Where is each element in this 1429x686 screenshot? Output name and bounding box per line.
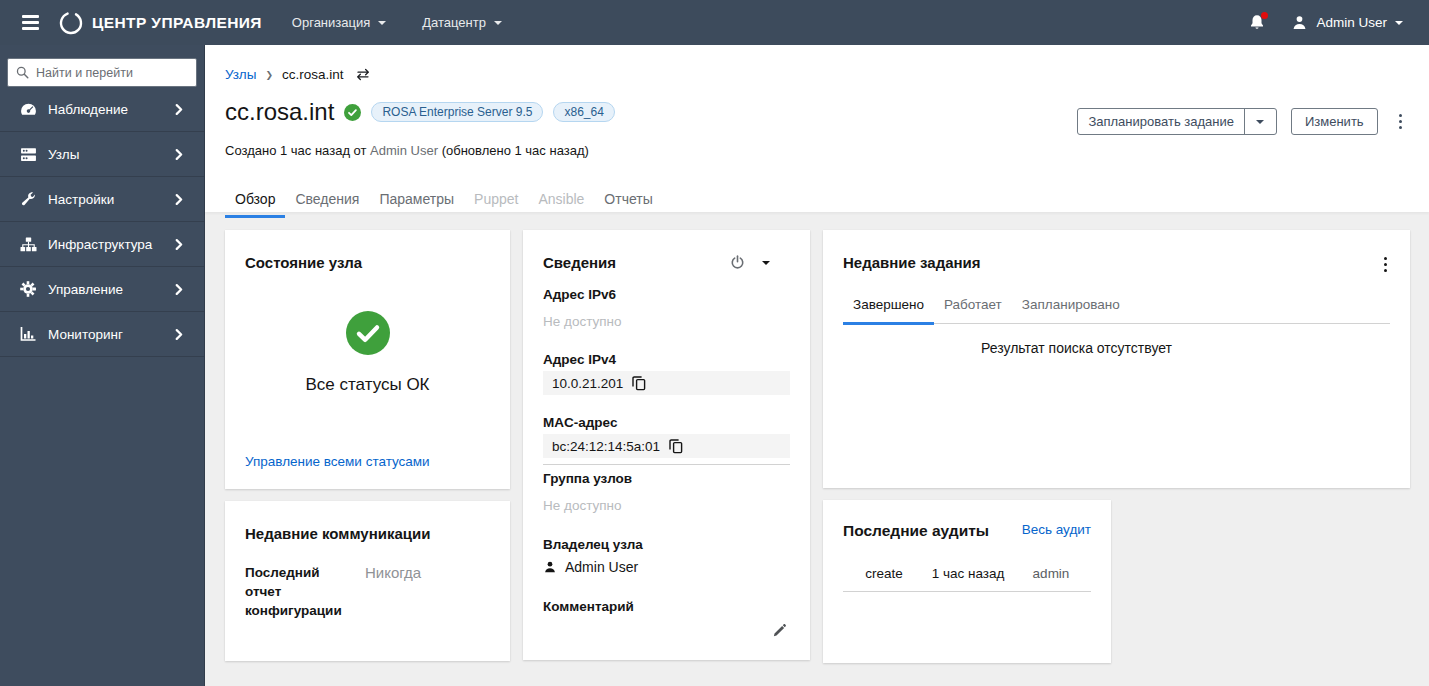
- user-icon: [1291, 14, 1308, 31]
- chart-icon: [19, 327, 37, 342]
- audit-user: admin: [1011, 566, 1091, 581]
- tab-ansible: Ansible: [528, 191, 594, 218]
- page-header: Узлы ❯ cc.rosa.int cc.rosa.int ROSA Ente…: [205, 45, 1429, 212]
- chevron-right-icon: [175, 239, 184, 250]
- all-audits-link[interactable]: Весь аудит: [1022, 522, 1091, 537]
- breadcrumb-current: cc.rosa.int: [282, 67, 344, 82]
- tachometer-icon: [19, 102, 37, 117]
- os-badge: ROSA Enterprise Server 9.5: [371, 102, 543, 122]
- recent-audits-card: Последние аудиты Весь аудит create 1 час…: [823, 500, 1111, 663]
- jobs-empty-message: Результат поиска отсутствует: [843, 340, 1310, 356]
- hamburger-menu-icon[interactable]: [10, 15, 50, 29]
- content: Состояние узла Все статусы ОК Управление…: [205, 212, 1429, 663]
- org-menu[interactable]: Организация: [292, 15, 386, 30]
- tab-overview[interactable]: Обзор: [225, 191, 285, 218]
- sidebar-item-monitor[interactable]: Наблюдение: [0, 87, 204, 132]
- sidebar-item-infrastructure[interactable]: Инфраструктура: [0, 222, 204, 267]
- status-message: Все статусы ОК: [245, 375, 490, 395]
- edit-comment-pencil-icon[interactable]: [772, 623, 787, 638]
- search-icon: [16, 66, 29, 79]
- main: Узлы ❯ cc.rosa.int cc.rosa.int ROSA Ente…: [205, 45, 1429, 686]
- tab-details[interactable]: Сведения: [285, 191, 369, 218]
- sidebar-item-administer[interactable]: Управление: [0, 267, 204, 312]
- brand-logo-icon: [58, 10, 84, 36]
- host-status-card: Состояние узла Все статусы ОК Управление…: [225, 230, 510, 489]
- user-name: Admin User: [1316, 15, 1387, 30]
- created-info: Создано 1 час назад от Admin User (обнов…: [225, 143, 1405, 158]
- tab-puppet: Puppet: [464, 191, 528, 218]
- recent-jobs-card: Недавние задания Завершено Работает Запл…: [823, 230, 1410, 488]
- user-icon: [543, 560, 557, 574]
- chevron-right-icon: [175, 194, 184, 205]
- brand[interactable]: ЦЕНТР УПРАВЛЕНИЯ: [58, 10, 262, 36]
- owner-value: Admin User: [565, 559, 638, 575]
- sidebar-search[interactable]: [7, 58, 197, 87]
- ipv6-value: Не доступно: [543, 314, 790, 329]
- sidebar-item-hosts[interactable]: Узлы: [0, 132, 204, 177]
- last-report-value: Никогда: [365, 564, 421, 621]
- hostgroup-value: Не доступно: [543, 498, 790, 513]
- ipv4-value: 10.0.21.201: [543, 371, 790, 395]
- topbar: ЦЕНТР УПРАВЛЕНИЯ Организация Датацентр A…: [0, 0, 1429, 45]
- copy-icon[interactable]: [669, 439, 683, 454]
- details-card: Сведения Адрес IPv6 Не доступно Адрес IP…: [523, 230, 810, 660]
- gear-icon: [19, 281, 37, 297]
- status-ok-icon: [346, 311, 390, 355]
- server-icon: [19, 147, 37, 162]
- user-menu[interactable]: Admin User: [1291, 14, 1403, 31]
- chevron-down-icon: [494, 21, 502, 25]
- schedule-job-caret[interactable]: [1244, 109, 1276, 134]
- jobs-kebab-menu[interactable]: [1381, 254, 1390, 275]
- jobs-tab-scheduled[interactable]: Запланировано: [1012, 297, 1130, 325]
- jobs-tab-finished[interactable]: Завершено: [843, 297, 934, 325]
- audit-time: 1 час назад: [925, 566, 1011, 581]
- breadcrumb: Узлы ❯ cc.rosa.int: [225, 67, 1405, 82]
- notifications-bell-icon[interactable]: [1249, 14, 1265, 31]
- details-caret[interactable]: [762, 261, 770, 265]
- sitemap-icon: [19, 237, 37, 252]
- sidebar: Наблюдение Узлы Настройки Инфраструктура: [0, 45, 205, 686]
- manage-statuses-link[interactable]: Управление всеми статусами: [245, 454, 490, 469]
- chevron-right-icon: [175, 149, 184, 160]
- schedule-job-button[interactable]: Запланировать задание: [1077, 108, 1277, 135]
- divider: [543, 464, 790, 465]
- chevron-down-icon: [1395, 21, 1403, 25]
- switch-host-icon[interactable]: [355, 68, 371, 81]
- jobs-tab-running[interactable]: Работает: [934, 297, 1012, 325]
- brand-name: ЦЕНТР УПРАВЛЕНИЯ: [92, 14, 262, 32]
- host-status-ok-icon: [344, 104, 361, 121]
- wrench-icon: [19, 191, 37, 207]
- audit-row[interactable]: create 1 час назад admin: [843, 566, 1091, 592]
- breadcrumb-separator: ❯: [265, 70, 273, 80]
- sidebar-item-settings[interactable]: Настройки: [0, 177, 204, 222]
- card-title: Состояние узла: [245, 254, 490, 271]
- header-kebab-menu[interactable]: [1396, 111, 1405, 132]
- breadcrumb-hosts-link[interactable]: Узлы: [225, 67, 256, 82]
- audit-action: create: [843, 566, 925, 581]
- arch-badge: x86_64: [553, 102, 614, 122]
- datacenter-menu[interactable]: Датацентр: [422, 15, 502, 30]
- mac-value: bc:24:12:14:5a:01: [543, 434, 790, 458]
- jobs-tabs: Завершено Работает Запланировано: [843, 297, 1390, 324]
- sidebar-item-monitoring[interactable]: Мониторинг: [0, 312, 204, 357]
- page-title: cc.rosa.int: [225, 98, 334, 126]
- notification-dot: [1261, 12, 1268, 19]
- recent-communications-card: Недавние коммуникации Последний отчет ко…: [225, 501, 510, 661]
- chevron-right-icon: [175, 104, 184, 115]
- edit-button[interactable]: Изменить: [1291, 108, 1378, 135]
- copy-icon[interactable]: [632, 376, 646, 391]
- power-icon[interactable]: [730, 255, 745, 270]
- tab-parameters[interactable]: Параметры: [369, 191, 464, 218]
- last-report-label: Последний отчет конфигурации: [245, 564, 357, 621]
- chevron-right-icon: [175, 284, 184, 295]
- chevron-down-icon: [378, 21, 386, 25]
- search-input[interactable]: [36, 66, 188, 80]
- chevron-right-icon: [175, 329, 184, 340]
- topnav: Организация Датацентр: [292, 15, 502, 30]
- tab-reports[interactable]: Отчеты: [594, 191, 662, 218]
